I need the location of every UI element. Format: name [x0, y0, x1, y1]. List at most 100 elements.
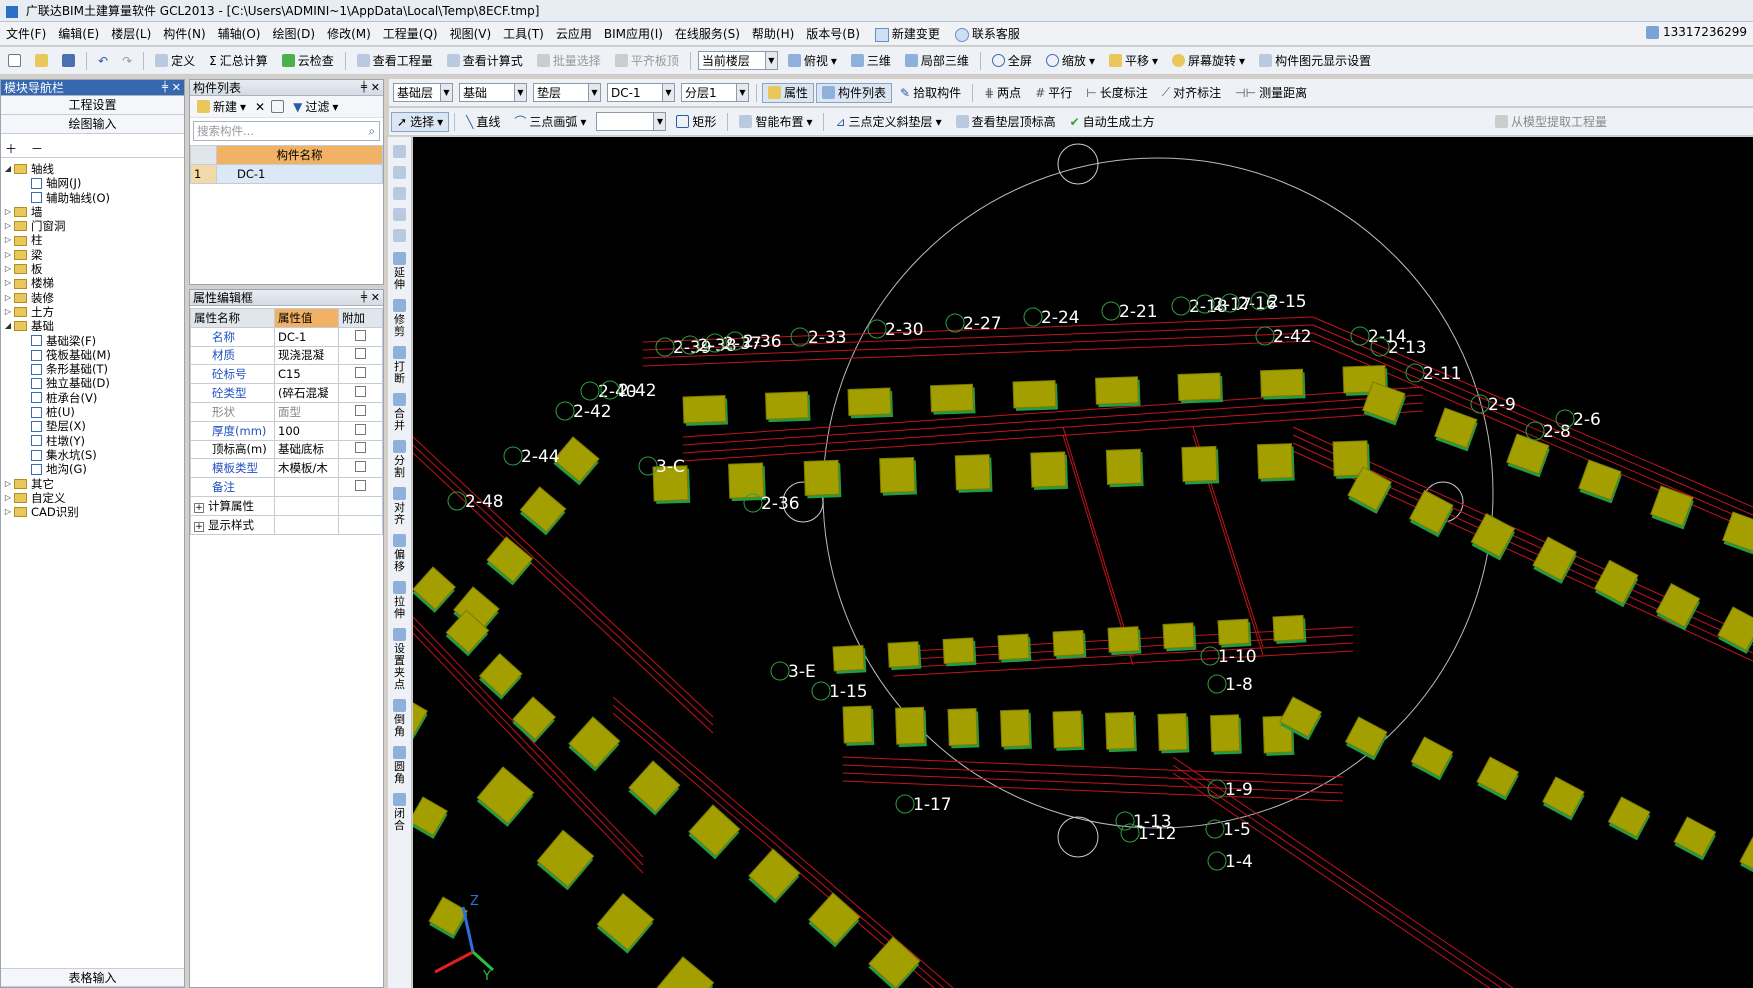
batch-select-button[interactable]: 批量选择: [531, 51, 607, 71]
cushion-pad[interactable]: [1738, 836, 1753, 881]
cushion-pad[interactable]: [942, 637, 977, 667]
checkbox[interactable]: [355, 329, 366, 341]
vtool-button[interactable]: 偏移: [388, 534, 411, 573]
expand-all-icon[interactable]: ＋: [5, 140, 17, 157]
draw-input-button[interactable]: 绘图输入: [1, 115, 184, 134]
expand-icon[interactable]: +: [194, 521, 204, 532]
cushion-pad[interactable]: [1012, 380, 1058, 411]
checkbox[interactable]: [355, 480, 366, 492]
table-input-button[interactable]: 表格输入: [1, 968, 184, 987]
vtool-button[interactable]: 合并: [388, 393, 411, 432]
menu-component[interactable]: 构件(N): [157, 25, 211, 42]
vtool-button[interactable]: 圆角: [388, 746, 411, 785]
extract-qty-button[interactable]: 从模型提取工程量: [1489, 112, 1613, 132]
three-d-button[interactable]: 三维: [845, 51, 897, 71]
tree-folder[interactable]: ▷ 装修: [1, 291, 184, 305]
table-row[interactable]: 厚度(mm) 100: [190, 420, 383, 441]
current-floor-select[interactable]: 当前楼层 ▼: [697, 51, 778, 70]
table-row[interactable]: 砼标号 C15: [190, 364, 383, 385]
cad-drawing[interactable]: 2-392-382-372-36 2-33 2-30 2-27 2-24 2-21 2-18…: [413, 137, 1753, 988]
menu-modify[interactable]: 修改(M): [321, 25, 377, 42]
cushion-pad[interactable]: [847, 387, 893, 419]
tree-folder[interactable]: ▷ 墙: [1, 205, 184, 219]
cushion-pad[interactable]: [879, 456, 917, 496]
tree-folder[interactable]: ▷ 门窗洞: [1, 219, 184, 233]
brush-icon[interactable]: [393, 145, 406, 158]
tree-folder[interactable]: ▷ 其它: [1, 477, 184, 491]
tree-item[interactable]: 辅助轴线(O): [1, 191, 184, 205]
expand-icon[interactable]: ▷: [3, 276, 13, 290]
cushion-pad[interactable]: [887, 641, 922, 671]
checkbox[interactable]: [355, 461, 366, 473]
menu-bim[interactable]: BIM应用(I): [598, 25, 669, 42]
open-file-button[interactable]: [29, 51, 54, 71]
cushion-pad[interactable]: [1344, 716, 1389, 761]
checkbox[interactable]: [355, 404, 366, 416]
component-list-button[interactable]: 构件列表: [816, 82, 893, 103]
checkbox[interactable]: [355, 423, 366, 435]
cushion-pad[interactable]: [413, 566, 457, 613]
arc-option-select[interactable]: ▼: [596, 112, 667, 131]
vtool-button[interactable]: 修剪: [388, 299, 411, 338]
new-change-button[interactable]: 新建变更: [866, 25, 946, 42]
cushion-pad[interactable]: [803, 459, 842, 499]
cushion-pad[interactable]: [518, 486, 567, 536]
tree-item[interactable]: 轴网(J): [1, 176, 184, 190]
cushion-pad[interactable]: [535, 829, 595, 891]
cushion-pad[interactable]: [1052, 629, 1087, 659]
expand-icon[interactable]: ▷: [3, 291, 13, 305]
tree-item[interactable]: 筏板基础(M): [1, 348, 184, 362]
menu-cloud[interactable]: 云应用: [550, 25, 598, 42]
tree-item[interactable]: 条形基础(T): [1, 362, 184, 376]
component-select[interactable]: DC-1 ▼: [607, 83, 675, 102]
calc-button[interactable]: Σ 汇总计算: [203, 51, 274, 71]
filter-button[interactable]: ▼ 过滤 ▾: [290, 97, 341, 117]
search-input[interactable]: 搜索构件...: [197, 123, 369, 139]
project-settings-button[interactable]: 工程设置: [1, 96, 184, 115]
redo-button[interactable]: ↷: [116, 51, 138, 71]
view-top-elev-button[interactable]: 查看垫层顶标高: [950, 112, 1062, 132]
line-button[interactable]: ╲ 直线: [460, 112, 506, 132]
tree-item[interactable]: 桩承台(V): [1, 391, 184, 405]
rotate-button[interactable]: 屏幕旋转 ▾: [1166, 51, 1251, 71]
vtool-button[interactable]: 闭合: [388, 793, 411, 832]
expand-icon[interactable]: +: [194, 502, 204, 513]
display-settings-button[interactable]: 构件图元显示设置: [1253, 51, 1377, 71]
menu-online[interactable]: 在线服务(S): [669, 25, 746, 42]
tree-folder[interactable]: ▷ 土方: [1, 305, 184, 319]
view-formula-button[interactable]: 查看计算式: [441, 51, 529, 71]
tree-folder[interactable]: ◢ 轴线: [1, 162, 184, 176]
new-component-button[interactable]: 新建 ▾: [194, 97, 249, 117]
length-mark-button[interactable]: ⊢ 长度标注: [1080, 83, 1153, 103]
sublayer-select[interactable]: 分层1 ▼: [681, 83, 749, 102]
cushion-pad[interactable]: [894, 706, 927, 748]
cushion-pad[interactable]: [1107, 626, 1142, 656]
cushion-pad[interactable]: [1052, 710, 1085, 751]
cushion-pad[interactable]: [1104, 711, 1137, 753]
expand-icon[interactable]: ▷: [3, 305, 13, 319]
cushion-pad[interactable]: [1470, 512, 1516, 561]
table-row[interactable]: 材质 现浇混凝: [190, 345, 383, 366]
close-icon[interactable]: ✕: [371, 80, 380, 96]
cushion-pad[interactable]: [1650, 485, 1695, 530]
prop-value-cell[interactable]: DC-1: [274, 326, 339, 347]
prop-value-cell[interactable]: 面型: [274, 401, 339, 422]
close-icon[interactable]: ✕: [172, 80, 181, 96]
prop-value-cell[interactable]: [274, 495, 339, 516]
tree-item[interactable]: 垫层(X): [1, 419, 184, 433]
table-row[interactable]: 形状 面型: [190, 401, 383, 422]
prop-value-cell[interactable]: (碎石混凝: [274, 383, 339, 403]
cushion-pad[interactable]: [1177, 372, 1223, 404]
cushion-pad[interactable]: [1259, 368, 1306, 400]
delete-icon[interactable]: ✕: [255, 100, 265, 114]
user-account[interactable]: 13317236299: [1646, 25, 1747, 39]
tree-folder[interactable]: ▷ 楼梯: [1, 276, 184, 290]
cushion-pad[interactable]: [1541, 776, 1586, 821]
vtool-button[interactable]: 延伸: [388, 252, 411, 291]
pin-icon[interactable]: ╪: [361, 80, 367, 96]
cushion-pad[interactable]: [511, 696, 557, 743]
cushion-pad[interactable]: [1578, 459, 1623, 504]
vtool-button[interactable]: 分割: [388, 440, 411, 479]
measure-button[interactable]: ⊣⊢ 测量距离: [1229, 83, 1313, 103]
cushion-pad[interactable]: [764, 391, 811, 423]
